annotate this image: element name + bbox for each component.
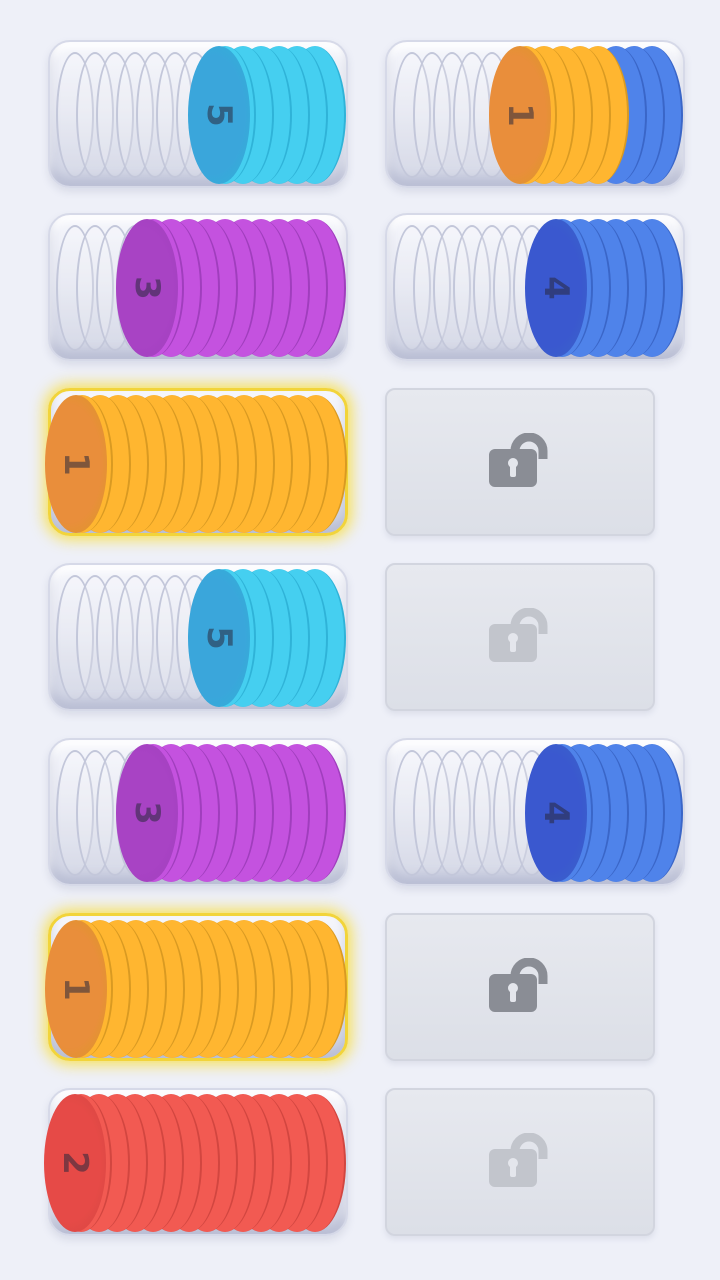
coin-top-face[interactable]: 3 [116,219,178,357]
coin-number-label: 3 [126,801,167,825]
coin-stack: 5 [50,42,346,186]
coin-number-label: 2 [54,1151,95,1175]
coin-stack: 4 [387,215,683,359]
coin-stack: 1 [387,42,683,186]
tube-r1[interactable]: 1 [385,40,685,188]
tube-l7[interactable]: 2 [44,1088,348,1236]
coin-number-label: 1 [55,452,96,476]
coin-top-face[interactable]: 4 [525,744,587,882]
padlock-icon [489,433,548,487]
tube-l1[interactable]: 5 [48,40,348,188]
coin-stack: 1 [45,391,347,533]
coin-number-label: 5 [198,103,239,127]
locked-slot-r4[interactable] [385,563,655,711]
tube-r5[interactable]: 4 [385,738,685,886]
coin-number-label: 1 [499,103,540,127]
coin-top-face[interactable]: 5 [188,46,250,184]
coin-top-face[interactable]: 5 [188,569,250,707]
coin-number-label: 5 [198,626,239,650]
tube-r2[interactable]: 4 [385,213,685,361]
locked-slot-r3[interactable] [385,388,655,536]
padlock-icon [489,958,548,1012]
coin-top-face[interactable]: 4 [525,219,587,357]
tube-l5[interactable]: 3 [48,738,348,886]
coin-number-label: 1 [55,977,96,1001]
coin-top-face[interactable]: 2 [44,1094,106,1232]
padlock-icon [489,1133,548,1187]
coin-number-label: 4 [535,276,576,300]
tube-l6[interactable]: 1 [45,913,348,1061]
coin-top-face[interactable]: 1 [489,46,551,184]
coin-stack: 5 [50,565,346,709]
coin-stack: 3 [50,740,346,884]
tube-l4[interactable]: 5 [48,563,348,711]
coin-stack: 2 [44,1090,346,1234]
coin-stack: 1 [45,916,347,1058]
coin-top-face[interactable]: 1 [45,920,107,1058]
tube-l3[interactable]: 1 [45,388,348,536]
coin-stack: 3 [50,215,346,359]
coin-number-label: 4 [535,801,576,825]
padlock-icon [489,608,548,662]
locked-slot-r6[interactable] [385,913,655,1061]
coin-top-face[interactable]: 3 [116,744,178,882]
locked-slot-r7[interactable] [385,1088,655,1236]
coin-top-face[interactable]: 1 [45,395,107,533]
tube-l2[interactable]: 3 [48,213,348,361]
coin-number-label: 3 [126,276,167,300]
coin-stack: 4 [387,740,683,884]
